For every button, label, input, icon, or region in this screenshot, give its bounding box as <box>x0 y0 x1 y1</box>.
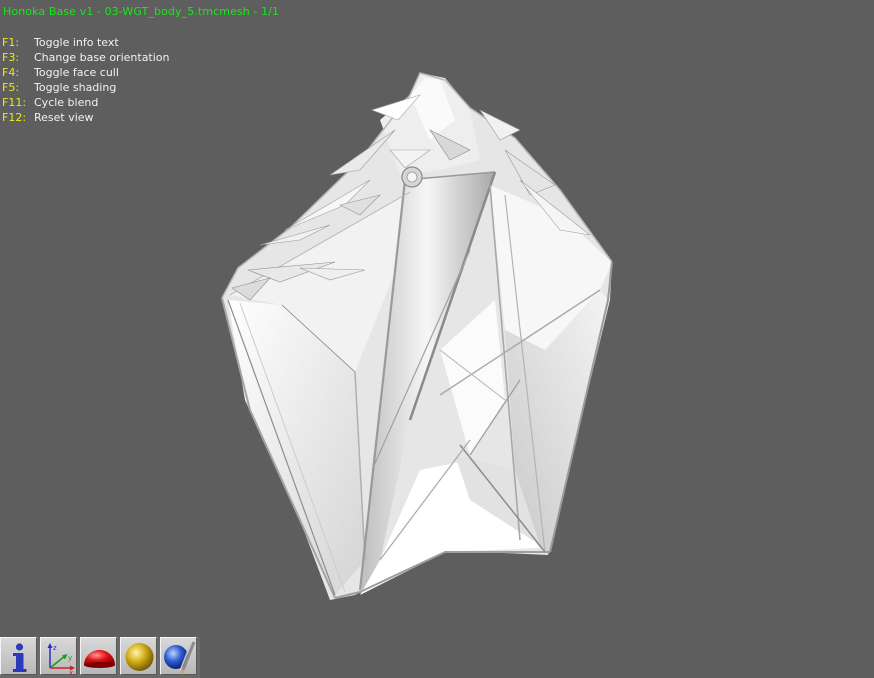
help-line-f12: F12: Reset view <box>2 110 170 125</box>
gold-sphere-icon <box>125 643 154 671</box>
help-action: Toggle info text <box>34 36 119 49</box>
3d-viewport[interactable]: Honoka Base v1 - 03-WGT_body_5.tmcmesh -… <box>0 0 874 678</box>
help-key: F12: <box>2 111 27 124</box>
help-action: Toggle shading <box>34 81 117 94</box>
help-line-f1: F1: Toggle info text <box>2 35 170 50</box>
help-key: F5: <box>2 81 20 94</box>
red-hemisphere-icon <box>84 650 115 668</box>
help-line-f4: F4: Toggle face cull <box>2 65 170 80</box>
svg-text:z: z <box>53 644 57 652</box>
help-action: Change base orientation <box>34 51 170 64</box>
shading-button[interactable] <box>120 637 157 675</box>
blue-sphere-brush-icon <box>164 641 196 675</box>
axes-icon: z y x <box>47 643 75 676</box>
svg-text:y: y <box>68 654 72 662</box>
help-overlay: F1: Toggle info text F3: Change base orien… <box>2 35 170 125</box>
axes-button[interactable]: z y x <box>40 637 77 676</box>
help-action: Cycle blend <box>34 96 99 109</box>
help-key: F1: <box>2 36 20 49</box>
help-action: Toggle face cull <box>34 66 119 79</box>
help-line-f11: F11: Cycle blend <box>2 95 170 110</box>
help-key: F4: <box>2 66 20 79</box>
help-action: Reset view <box>34 111 94 124</box>
info-icon <box>13 643 27 672</box>
help-key: F3: <box>2 51 20 64</box>
help-key: F11: <box>2 96 27 109</box>
window-title: Honoka Base v1 - 03-WGT_body_5.tmcmesh -… <box>3 5 280 18</box>
hemisphere-button[interactable] <box>80 637 117 675</box>
bottom-toolbar: z y x <box>0 637 200 678</box>
help-line-f5: F5: Toggle shading <box>2 80 170 95</box>
svg-text:x: x <box>69 669 73 676</box>
help-line-f3: F3: Change base orientation <box>2 50 170 65</box>
info-button[interactable] <box>0 637 37 675</box>
material-button[interactable] <box>160 637 197 675</box>
